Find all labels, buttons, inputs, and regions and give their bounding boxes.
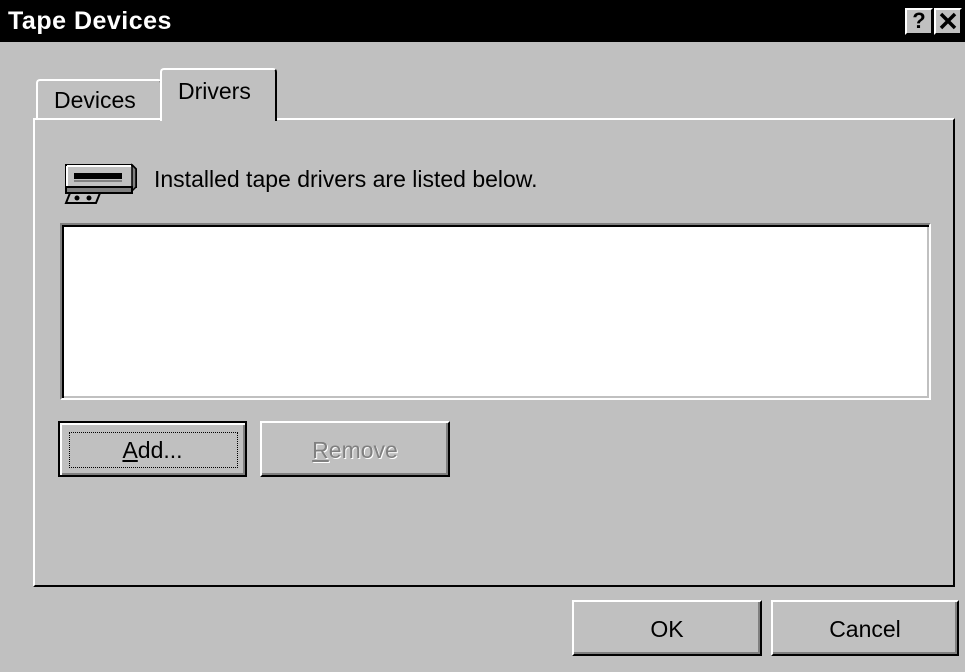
cancel-button-label: Cancel bbox=[829, 616, 901, 642]
tape-devices-dialog: Tape Devices ? Devices Drivers Installed… bbox=[0, 0, 965, 672]
ok-button[interactable]: OK bbox=[572, 600, 762, 656]
window-title: Tape Devices bbox=[8, 7, 172, 35]
tab-drivers[interactable]: Drivers bbox=[160, 68, 277, 121]
ok-button-label: OK bbox=[650, 616, 684, 642]
drivers-list[interactable] bbox=[60, 223, 931, 400]
tab-drivers-label: Drivers bbox=[178, 78, 251, 104]
help-button[interactable]: ? bbox=[905, 8, 933, 35]
remove-button[interactable]: Remove bbox=[260, 421, 450, 477]
add-button[interactable]: Add... bbox=[58, 421, 247, 477]
close-icon bbox=[939, 12, 957, 30]
title-bar[interactable]: Tape Devices ? bbox=[0, 0, 965, 42]
tab-devices[interactable]: Devices bbox=[36, 79, 162, 119]
add-button-label: Add... bbox=[122, 437, 183, 463]
cancel-button[interactable]: Cancel bbox=[771, 600, 959, 656]
tape-drive-icon bbox=[60, 159, 140, 205]
tab-devices-label: Devices bbox=[54, 87, 136, 113]
remove-button-label: Remove bbox=[312, 437, 398, 463]
close-button[interactable] bbox=[934, 8, 962, 35]
drivers-info-text: Installed tape drivers are listed below. bbox=[154, 166, 538, 192]
